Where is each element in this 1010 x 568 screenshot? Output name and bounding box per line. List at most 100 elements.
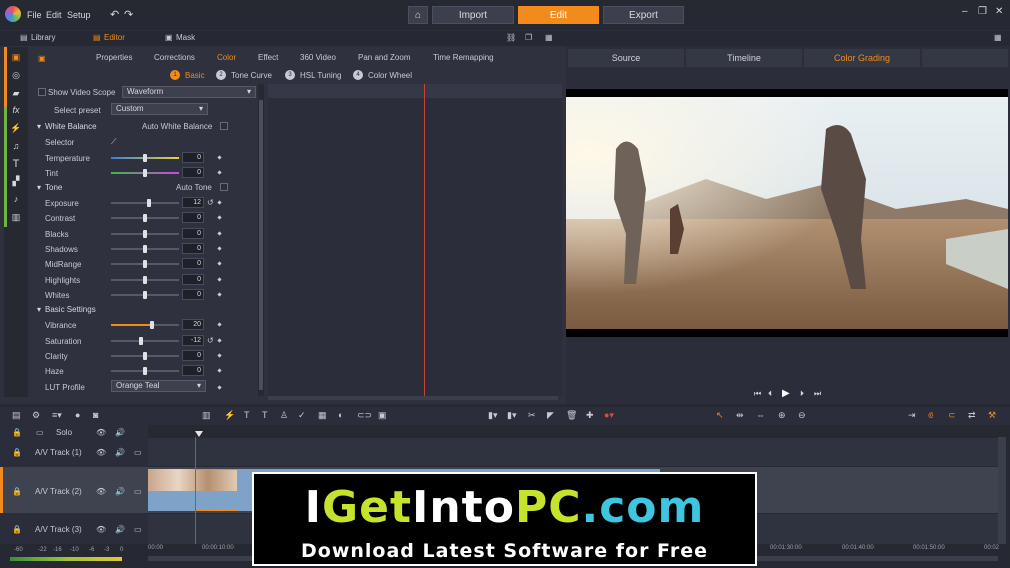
- tab-library[interactable]: Library: [31, 33, 55, 42]
- lock-icon[interactable]: 🔒: [12, 428, 22, 437]
- tab-color-grading[interactable]: Color Grading: [804, 49, 920, 67]
- whites-value-field[interactable]: 0: [182, 289, 204, 300]
- timeline-scrollbar[interactable]: [998, 437, 1006, 545]
- tools-icon[interactable]: ⚒: [988, 410, 996, 421]
- mic-icon[interactable]: ♙: [280, 410, 288, 421]
- monitor-icon[interactable]: ▭: [134, 525, 142, 534]
- tint-value-field[interactable]: 0: [182, 167, 204, 178]
- playhead-marker[interactable]: [195, 431, 203, 437]
- close-icon[interactable]: ✕: [995, 6, 1003, 17]
- tab-color-wheel[interactable]: Color Wheel: [368, 71, 412, 80]
- track-menu-icon[interactable]: ≡▾: [52, 410, 62, 421]
- eye-icon[interactable]: 👁: [96, 525, 106, 534]
- pointer-icon[interactable]: ↖: [716, 410, 724, 421]
- auto-tone-checkbox[interactable]: [220, 183, 228, 191]
- scope-dropdown[interactable]: Waveform ▾: [122, 86, 256, 98]
- link-icon[interactable]: ⛓: [506, 33, 516, 42]
- next-icon[interactable]: ⏭: [814, 389, 821, 399]
- title-icon[interactable]: T: [9, 158, 23, 170]
- music-icon[interactable]: ♫: [9, 141, 23, 153]
- camera-icon[interactable]: ▰: [9, 88, 23, 100]
- vibrance-slider[interactable]: [111, 324, 179, 326]
- eye-icon[interactable]: 👁: [96, 448, 106, 457]
- track-lane-1[interactable]: [148, 438, 998, 466]
- trim-icon[interactable]: ◤: [547, 410, 554, 421]
- tab-source[interactable]: Source: [568, 49, 684, 67]
- text-edit-icon[interactable]: T: [262, 410, 268, 420]
- highlights-value-field[interactable]: 0: [182, 274, 204, 285]
- vibrance-slider-knob[interactable]: [150, 321, 154, 329]
- delete-icon[interactable]: 🗑: [566, 410, 577, 421]
- temperature-slider-knob[interactable]: [143, 154, 147, 162]
- clarity-slider-knob[interactable]: [143, 352, 147, 360]
- menu-edit[interactable]: Edit: [46, 10, 62, 20]
- group-icon[interactable]: ▣: [378, 410, 387, 421]
- tab-import[interactable]: Import: [432, 6, 514, 24]
- undo-icon[interactable]: ↶: [110, 8, 119, 21]
- expand-icon[interactable]: ⇔: [756, 410, 765, 420]
- snap-icon[interactable]: ⊂: [948, 410, 956, 421]
- exposure-slider-knob[interactable]: [147, 199, 151, 207]
- globe-icon[interactable]: ◎: [9, 70, 23, 82]
- split-icon[interactable]: ✂: [528, 410, 536, 421]
- reset-icon[interactable]: ↺: [207, 198, 214, 207]
- timeline-playhead[interactable]: [195, 437, 196, 547]
- speaker-icon[interactable]: 🔊: [115, 525, 125, 534]
- settings-icon[interactable]: ⚙: [32, 410, 40, 421]
- popout-icon[interactable]: ❐: [525, 33, 532, 42]
- add-marker-icon[interactable]: ✚: [586, 410, 594, 421]
- filmstrip-icon[interactable]: ▥: [9, 212, 23, 224]
- panel-layout-icon[interactable]: ▦: [545, 33, 553, 42]
- midrange-value-field[interactable]: 0: [182, 258, 204, 269]
- exposure-value-field[interactable]: 12: [182, 197, 204, 208]
- lock-icon[interactable]: 🔒: [12, 487, 22, 496]
- basic-settings-toggle[interactable]: ▾: [37, 305, 41, 314]
- menu-file[interactable]: File: [27, 10, 42, 20]
- time-ruler[interactable]: [148, 425, 998, 437]
- reset-icon[interactable]: ↺: [207, 336, 214, 345]
- saturation-value-field[interactable]: -12: [182, 335, 204, 346]
- tab-hsl-tuning[interactable]: HSL Tuning: [300, 71, 342, 80]
- tab-corrections[interactable]: Corrections: [154, 53, 195, 62]
- lut-dropdown[interactable]: Orange Teal ▾: [111, 380, 206, 392]
- eyedropper-icon[interactable]: ⟋: [111, 137, 117, 147]
- home-button[interactable]: ⌂: [408, 6, 428, 24]
- step-forward-icon[interactable]: ⏵: [800, 389, 804, 399]
- fit-icon[interactable]: ⇹: [736, 410, 744, 421]
- maximize-icon[interactable]: ❐: [978, 6, 987, 17]
- ripple-icon[interactable]: ⇄: [968, 410, 976, 421]
- haze-value-field[interactable]: 0: [182, 365, 204, 376]
- capture-icon[interactable]: ◙: [93, 410, 98, 420]
- tone-toggle[interactable]: ▾: [37, 183, 41, 192]
- effect-icon[interactable]: ⚡: [224, 410, 235, 421]
- selected-clip[interactable]: [195, 469, 238, 511]
- vibrance-value-field[interactable]: 20: [182, 319, 204, 330]
- haze-slider-knob[interactable]: [143, 367, 147, 375]
- show-scope-checkbox[interactable]: [38, 88, 46, 96]
- lock-icon[interactable]: 🔒: [12, 525, 22, 534]
- tab-basic[interactable]: Basic: [185, 71, 205, 80]
- text-icon[interactable]: T: [244, 410, 250, 420]
- temperature-value-field[interactable]: 0: [182, 152, 204, 163]
- timeline-layout-icon[interactable]: ▤: [12, 410, 21, 421]
- midrange-slider-knob[interactable]: [143, 260, 147, 268]
- tab-export[interactable]: Export: [603, 6, 684, 24]
- saturation-slider-knob[interactable]: [139, 337, 143, 345]
- audio-meter-icon[interactable]: ▥: [202, 410, 211, 421]
- scope-scrollbar[interactable]: [268, 396, 558, 400]
- zoom-in-icon[interactable]: ⊕: [778, 410, 786, 421]
- play-icon[interactable]: ▶: [782, 388, 790, 399]
- tab-color[interactable]: Color: [217, 53, 236, 62]
- tab-effect[interactable]: Effect: [258, 53, 278, 62]
- eye-icon[interactable]: 👁: [96, 487, 106, 496]
- marker2-icon[interactable]: ▮▾: [507, 410, 516, 421]
- contrast-slider-knob[interactable]: [143, 214, 147, 222]
- link-clip-icon[interactable]: ⊂⊃: [357, 410, 372, 421]
- zoom-out-icon[interactable]: ⊖: [798, 410, 806, 421]
- shadows-value-field[interactable]: 0: [182, 243, 204, 254]
- record-icon[interactable]: ●▾: [604, 410, 614, 421]
- globe-icon[interactable]: ●: [75, 410, 80, 420]
- speaker-icon[interactable]: 🔊: [115, 448, 125, 457]
- blacks-slider-knob[interactable]: [143, 230, 147, 238]
- tab-edit[interactable]: Edit: [518, 6, 599, 24]
